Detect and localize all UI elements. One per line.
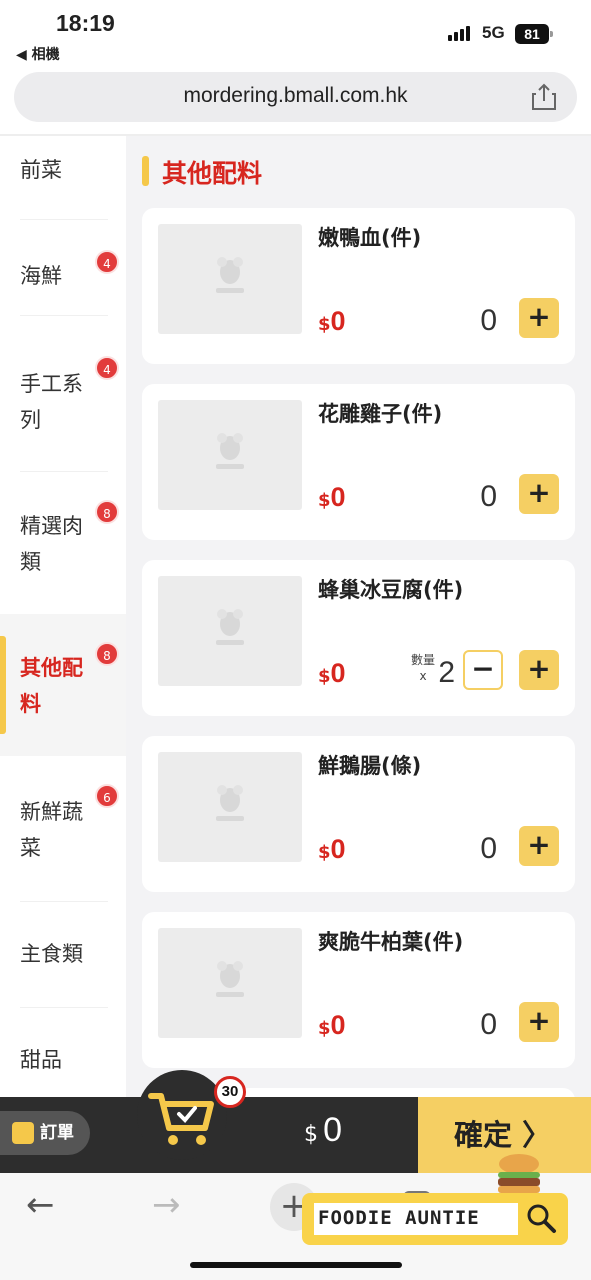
quantity-value: 0 (480, 832, 497, 865)
share-icon[interactable] (531, 83, 557, 111)
cart-count-badge: 30 (214, 1076, 246, 1108)
bee-logo-icon (216, 785, 244, 821)
section-title: 其他配料 (162, 159, 263, 188)
add-button[interactable]: + (519, 826, 559, 866)
watermark-box: FOODIE AUNTIE (314, 1203, 518, 1235)
bee-logo-icon (216, 609, 244, 645)
count-badge: 4 (95, 356, 119, 380)
product-list[interactable]: 其他配料 嫩鴨血(件) $0 0 + 花雕雞子(件) $0 0 + 蜂巢冰豆腐(… (126, 136, 591, 1097)
product-card[interactable]: 鮮鵝腸(條) $0 0 + (142, 736, 575, 892)
active-indicator (0, 636, 6, 734)
product-name: 爽脆牛柏葉(件) (318, 930, 464, 954)
product-price: $0 (318, 306, 346, 336)
signal-icon (448, 26, 470, 41)
product-price: $0 (318, 482, 346, 512)
clock: 18:19 (56, 10, 115, 36)
cart-icon (148, 1093, 214, 1145)
sidebar-item-handmade[interactable]: 手工系列 4 (0, 316, 126, 472)
add-button[interactable]: + (519, 650, 559, 690)
sidebar-item-dessert[interactable]: 甜品 (0, 1008, 126, 1097)
product-price: $0 (318, 834, 346, 864)
quantity-value: 0 (480, 304, 497, 337)
product-card[interactable]: 花雕雞子(件) $0 0 + (142, 384, 575, 540)
count-badge: 4 (95, 250, 119, 274)
add-button[interactable]: + (519, 298, 559, 338)
bee-logo-icon (216, 961, 244, 997)
magnifier-icon (527, 1204, 556, 1233)
product-image-placeholder (158, 928, 302, 1038)
product-name: 花雕雞子(件) (318, 402, 443, 426)
count-badge: 8 (95, 500, 119, 524)
sidebar-item-vegetables[interactable]: 新鮮蔬菜 6 (0, 756, 126, 902)
network-type: 5G (482, 23, 505, 42)
category-sidebar: 前菜 海鮮 4 手工系列 4 精選肉類 8 其他配料 8 新鮮蔬菜 6 主食類 … (0, 136, 126, 1097)
product-name: 蜂巢冰豆腐(件) (318, 578, 464, 602)
remove-button[interactable]: − (463, 650, 503, 690)
battery-icon: 81 (515, 24, 553, 44)
status-bar: 18:19 ◀ 相機 5G 81 (0, 0, 591, 66)
product-price: $0 (318, 658, 346, 688)
quantity-value: 0 (480, 1008, 497, 1041)
back-arrow-icon[interactable]: ← (26, 1185, 55, 1225)
sidebar-item-seafood[interactable]: 海鮮 4 (0, 220, 126, 316)
sidebar-item-label: 主食類 (20, 942, 83, 966)
home-indicator (190, 1262, 402, 1268)
product-price: $0 (318, 1010, 346, 1040)
product-card[interactable]: 嫩鴨血(件) $0 0 + (142, 208, 575, 364)
bee-logo-icon (216, 257, 244, 293)
count-badge: 8 (95, 642, 119, 666)
order-list-button[interactable]: 訂單 (0, 1111, 90, 1155)
product-image-placeholder (158, 224, 302, 334)
quantity-label: 數量 x (410, 653, 435, 683)
add-button[interactable]: + (519, 474, 559, 514)
sidebar-item-label: 精選肉類 (20, 514, 83, 574)
back-to-app-link[interactable]: ◀ 相機 (16, 44, 60, 64)
product-card[interactable]: 蜂巢冰豆腐(件) $0 數量 x 2 − + (142, 560, 575, 716)
forward-arrow-icon[interactable]: → (152, 1185, 181, 1225)
product-name: 鮮鵝腸(條) (318, 754, 422, 778)
sidebar-item-label: 甜品 (20, 1048, 62, 1072)
sidebar-item-meat[interactable]: 精選肉類 8 (0, 472, 126, 614)
sidebar-item-label: 其他配料 (20, 656, 83, 716)
address-bar[interactable]: mordering.bmall.com.hk (14, 72, 577, 122)
sidebar-item-label: 前菜 (20, 158, 62, 182)
sidebar-item-appetizer[interactable]: 前菜 (0, 136, 126, 220)
product-image-placeholder (158, 752, 302, 862)
sidebar-item-label: 海鮮 (20, 264, 62, 288)
watermark-text: FOODIE AUNTIE (318, 1207, 480, 1229)
section-accent (142, 156, 149, 186)
add-button[interactable]: + (519, 1002, 559, 1042)
order-total: $ 0 (304, 1111, 343, 1149)
count-badge: 6 (95, 784, 119, 808)
sidebar-item-other-toppings[interactable]: 其他配料 8 (0, 614, 126, 756)
product-card[interactable]: 爽脆牛柏葉(件) $0 0 + (142, 912, 575, 1068)
sidebar-item-staples[interactable]: 主食類 (0, 902, 126, 1008)
product-name: 嫩鴨血(件) (318, 226, 422, 250)
product-image-placeholder (158, 576, 302, 686)
cart-button[interactable] (137, 1070, 227, 1160)
url-text: mordering.bmall.com.hk (183, 84, 408, 107)
quantity-value: 2 (438, 656, 455, 689)
burger-icon (498, 1154, 540, 1193)
product-image-placeholder (158, 400, 302, 510)
quantity-value: 0 (480, 480, 497, 513)
sidebar-item-label: 手工系列 (20, 372, 83, 432)
order-list-icon (12, 1122, 34, 1144)
sidebar-item-label: 新鮮蔬菜 (20, 800, 83, 860)
watermark-logo: FOODIE AUNTIE (302, 1193, 568, 1245)
bee-logo-icon (216, 433, 244, 469)
